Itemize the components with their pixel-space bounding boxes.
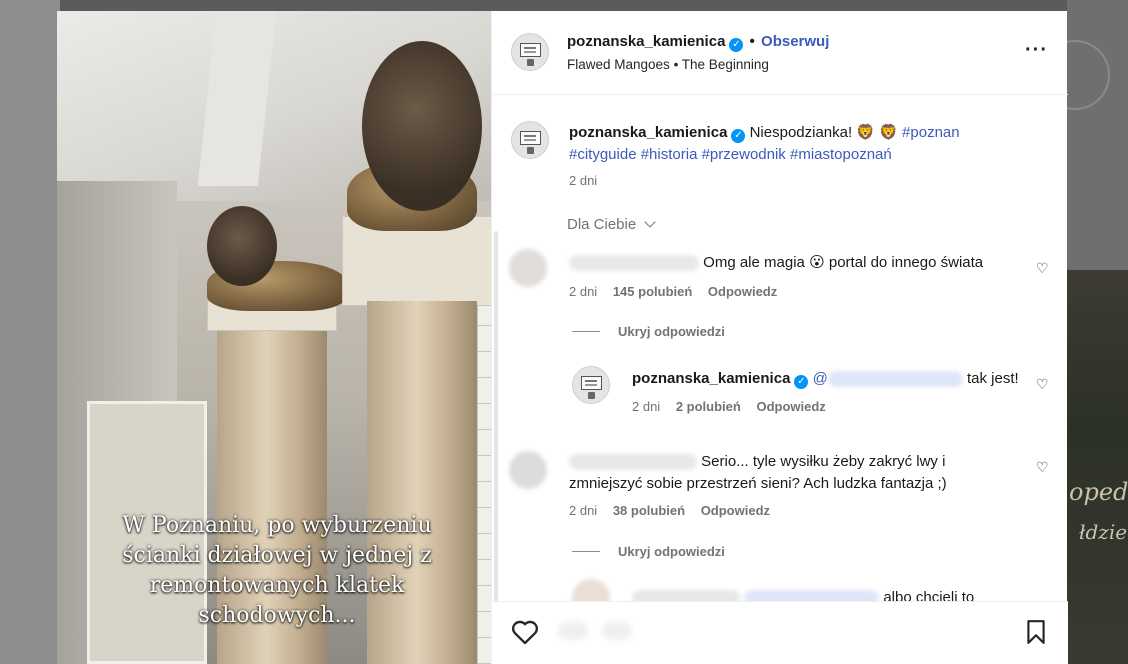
hashtag-link[interactable]: #historia [641, 146, 698, 163]
hashtag-link[interactable]: #miastopoznań [790, 146, 892, 163]
chevron-down-icon [644, 216, 657, 228]
author-username[interactable]: poznanska_kamienica [567, 33, 725, 50]
comment-text: Omg ale magia [703, 254, 805, 271]
commenter-username-redacted[interactable] [569, 454, 697, 471]
comment-meta: 2 dni 145 polubień Odpowiedz [569, 284, 777, 299]
hashtag-link[interactable]: #poznan [902, 124, 960, 141]
comment-icon[interactable] [558, 622, 588, 640]
post-actions-bar [492, 601, 1068, 664]
reply-meta: 2 dni 2 polubień Odpowiedz [632, 399, 826, 414]
comment-like-heart-icon[interactable]: ♡ [1036, 260, 1049, 277]
video-caption-line: remontowanych klatek [149, 573, 405, 598]
reply-time[interactable]: 2 dni [632, 399, 660, 414]
comment-text: Serio... tyle wysiłku żeby zakryć lwy i [701, 453, 946, 470]
hide-replies-toggle[interactable]: Ukryj odpowiedzi [572, 543, 725, 561]
caption-author-username[interactable]: poznanska_kamienica [569, 124, 727, 141]
video-caption-overlay: W Poznaniu, po wyburzeniu ścianki działo… [97, 511, 457, 631]
video-caption-line: W Poznaniu, po wyburzeniu [122, 513, 432, 538]
comment-body: Omg ale magia 😮 portal do innego świata [569, 252, 983, 274]
like-heart-icon[interactable] [511, 619, 539, 645]
comment-time[interactable]: 2 dni [569, 284, 597, 299]
comment-likes[interactable]: 38 polubień [613, 503, 685, 518]
comments-scrollbar[interactable] [494, 231, 498, 611]
comments-sort-dropdown[interactable]: Dla Ciebie [567, 216, 657, 233]
background-text-1: oped [1069, 478, 1128, 506]
commenter-avatar[interactable] [509, 451, 547, 489]
shocked-emoji-icon: 😮 [809, 254, 825, 271]
sort-label: Dla Ciebie [567, 216, 637, 233]
caption-text: Niespodzianka! [749, 124, 853, 141]
follow-button[interactable]: Obserwuj [761, 33, 829, 50]
lion-statue-right-head [362, 41, 482, 211]
comment-likes[interactable]: 145 polubień [613, 284, 692, 299]
verified-badge-icon: ✓ [731, 129, 746, 143]
comment-like-heart-icon[interactable]: ♡ [1036, 459, 1049, 476]
reply-button[interactable]: Odpowiedz [701, 503, 770, 518]
lion-statue-left-head [207, 206, 277, 286]
bookmark-icon[interactable] [1025, 619, 1047, 645]
author-avatar[interactable] [511, 33, 549, 71]
reply-text: tak jest! [967, 370, 1019, 387]
reply-likes[interactable]: 2 polubień [676, 399, 741, 414]
post-caption: poznanska_kamienica ✓ Niespodzianka! 🦁 🦁 … [569, 122, 1039, 166]
post-video[interactable]: W Poznaniu, po wyburzeniu ścianki działo… [57, 11, 491, 664]
comment-meta: 2 dni 38 polubień Odpowiedz [569, 503, 770, 518]
commenter-avatar[interactable] [509, 249, 547, 287]
hashtag-link[interactable]: #cityguide [569, 146, 637, 163]
reply-button[interactable]: Odpowiedz [756, 399, 825, 414]
reply-author-avatar[interactable] [572, 366, 610, 404]
music-track: The Beginning [681, 57, 769, 72]
reply-body: poznanska_kamienica ✓ @ tak jest! [632, 368, 1019, 390]
more-options-icon[interactable]: ··· [1025, 39, 1048, 62]
separator-dot: • [749, 33, 756, 50]
background-next-post-image[interactable]: oped łdzie [1067, 270, 1128, 664]
hide-replies-label: Ukryj odpowiedzi [618, 324, 725, 339]
hide-replies-label: Ukryj odpowiedzi [618, 544, 725, 559]
divider-line [572, 331, 600, 333]
caption-author-avatar[interactable] [511, 121, 549, 159]
lion-emoji-icon: 🦁 [879, 124, 898, 141]
mention-redacted[interactable] [827, 371, 963, 388]
commenter-username-redacted[interactable] [569, 255, 699, 272]
comment-time[interactable]: 2 dni [569, 503, 597, 518]
audio-attribution[interactable]: Flawed Mangoes • The Beginning [567, 57, 769, 72]
share-icon[interactable] [602, 622, 632, 640]
hide-replies-toggle[interactable]: Ukryj odpowiedzi [572, 323, 725, 341]
comment-body: Serio... tyle wysiłku żeby zakryć lwy i … [569, 451, 989, 495]
video-caption-line: schodowych... [198, 603, 356, 628]
reply-author-username[interactable]: poznanska_kamienica [632, 370, 790, 387]
background-text-2: łdzie [1079, 520, 1128, 544]
caption-timestamp[interactable]: 2 dni [569, 173, 597, 188]
verified-badge-icon: ✓ [794, 375, 809, 389]
video-caption-line: ścianki działowej w jednej z [122, 543, 432, 568]
comment-text: portal do innego świata [828, 254, 984, 271]
verified-badge-icon: ✓ [729, 38, 744, 52]
post-details-pane: poznanska_kamienica ✓ • Obserwuj Flawed Man… [491, 11, 1068, 664]
lion-emoji-icon: 🦁 [856, 124, 876, 141]
background-left-panel [0, 0, 60, 664]
divider-line [572, 551, 600, 553]
reply-like-heart-icon[interactable]: ♡ [1036, 376, 1049, 393]
reply-button[interactable]: Odpowiedz [708, 284, 777, 299]
mention-prefix[interactable]: @ [813, 370, 828, 387]
post-modal: W Poznaniu, po wyburzeniu ścianki działo… [57, 11, 1068, 664]
comment-text: zmniejszyć sobie przestrzeń sieni? Ach l… [569, 475, 947, 492]
post-header: poznanska_kamienica ✓ • Obserwuj Flawed Man… [492, 11, 1068, 95]
music-artist: Flawed Mangoes [567, 57, 670, 72]
hashtag-link[interactable]: #przewodnik [702, 146, 786, 163]
